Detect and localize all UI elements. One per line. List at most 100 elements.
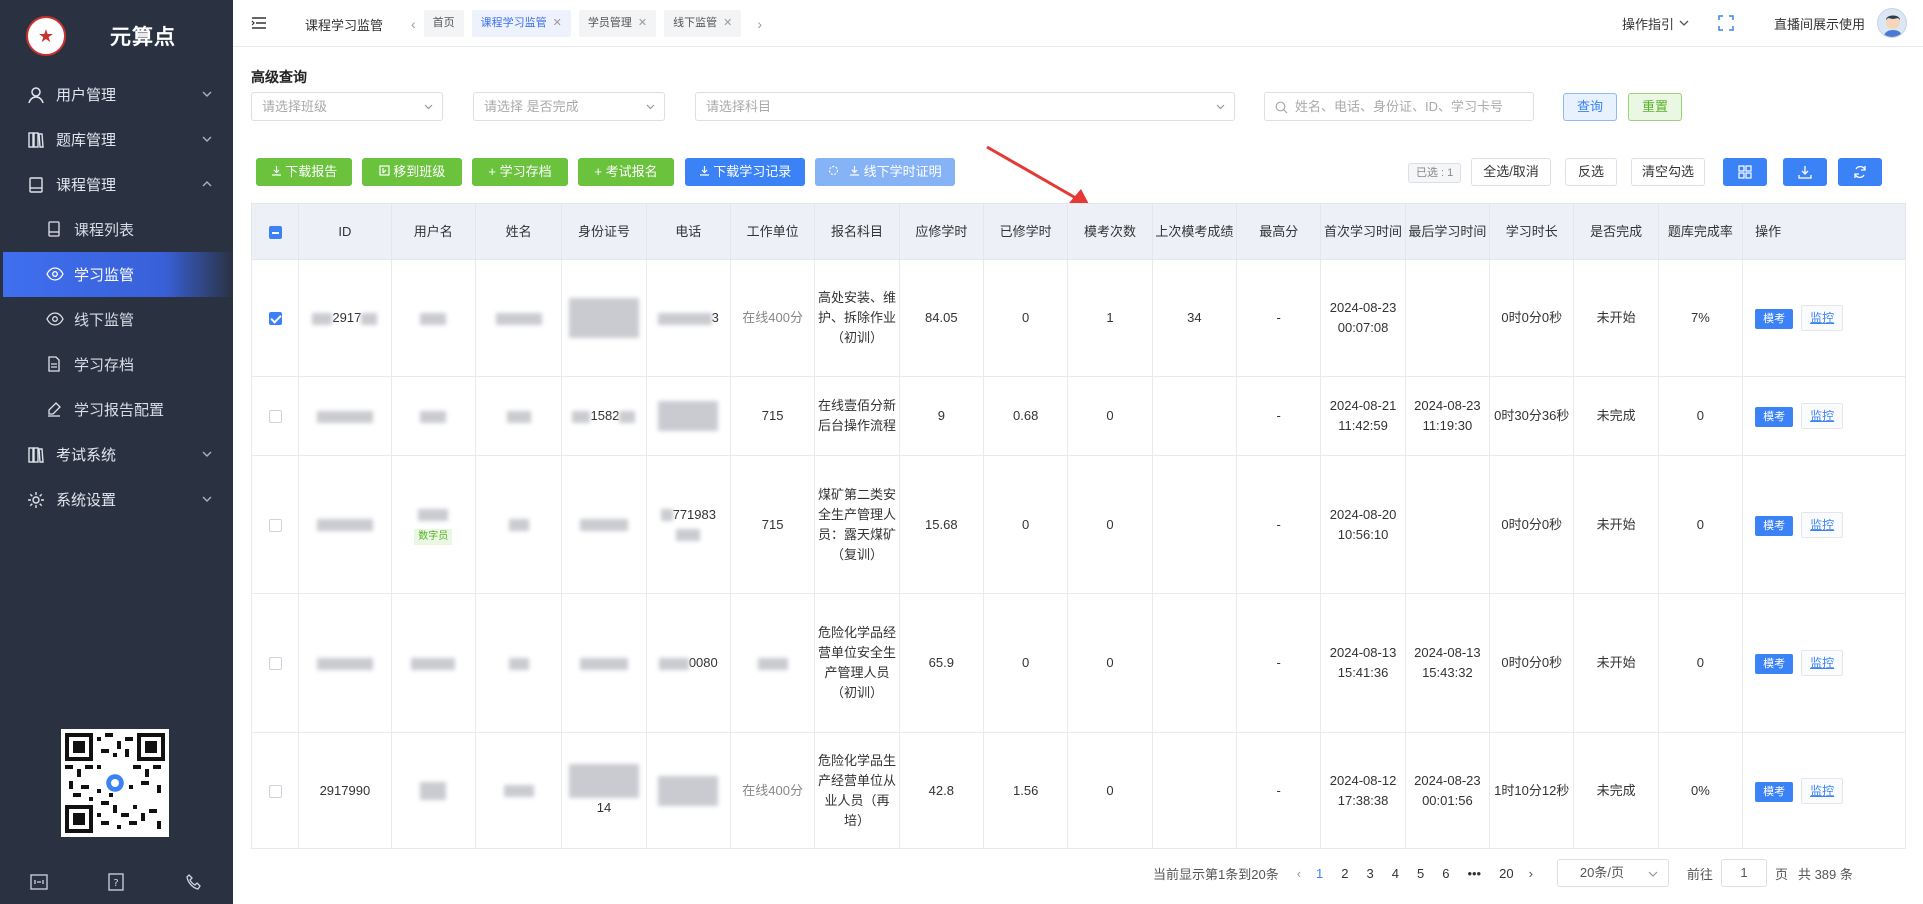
next-page-icon[interactable]: › xyxy=(1529,866,1533,881)
download-offline-proof-button[interactable]: 线下学时证明 xyxy=(815,158,955,186)
download-records-button[interactable]: 下载学习记录 xyxy=(685,158,805,186)
page-number[interactable]: 20 xyxy=(1499,866,1513,881)
row-checkbox[interactable] xyxy=(250,259,300,377)
cell-finished: 未开始 xyxy=(1573,593,1659,733)
logo-text: 元算点 xyxy=(110,26,176,49)
fullscreen-icon[interactable] xyxy=(1718,15,1734,31)
invert-selection-button[interactable]: 反选 xyxy=(1565,158,1617,186)
completed-select[interactable]: 请选择 是否完成 xyxy=(473,92,665,121)
mock-exam-button[interactable]: 模考 xyxy=(1755,407,1794,427)
page-number[interactable]: 5 xyxy=(1417,866,1424,881)
button-label: 下载学习记录 xyxy=(713,164,792,179)
row-checkbox[interactable] xyxy=(250,376,300,456)
goto-page-input[interactable]: 1 xyxy=(1720,859,1767,887)
row-checkbox[interactable] xyxy=(250,732,300,849)
mock-exam-button[interactable]: 模考 xyxy=(1755,309,1794,329)
svg-text:?: ? xyxy=(114,878,119,889)
mock-exam-button[interactable]: 模考 xyxy=(1755,654,1794,674)
tab-scroll-right-icon[interactable]: › xyxy=(757,16,762,32)
menu-course-management[interactable]: 课程管理 xyxy=(0,162,233,207)
close-icon[interactable]: ✕ xyxy=(638,10,647,37)
menu-question-bank[interactable]: 题库管理 xyxy=(0,117,233,162)
clear-selection-button[interactable]: 清空勾选 xyxy=(1631,158,1705,186)
phone-icon[interactable] xyxy=(185,873,203,894)
col-header: 操作 xyxy=(1742,203,1906,260)
page-number[interactable]: 4 xyxy=(1392,866,1399,881)
download-report-button[interactable]: 下载报告 xyxy=(256,158,352,186)
cell-idcard: 14 xyxy=(561,732,647,849)
mock-exam-button[interactable]: 模考 xyxy=(1755,781,1794,802)
menu-user-management[interactable]: 用户管理 xyxy=(0,72,233,117)
col-header: 首次学习时间 xyxy=(1320,203,1406,260)
chevron-down-icon xyxy=(202,91,212,97)
tab-student-management[interactable]: 学员管理 ✕ xyxy=(578,10,657,37)
cell-last-time: 2024-08-23 11:19:30 xyxy=(1404,376,1491,456)
sidebar-item-study-archive[interactable]: 学习存档 xyxy=(0,342,233,387)
cell-username xyxy=(390,259,476,377)
row-checkbox[interactable] xyxy=(250,593,300,733)
close-icon[interactable]: ✕ xyxy=(553,10,562,37)
export-button[interactable] xyxy=(1783,158,1827,186)
cell-mock-count: 0 xyxy=(1067,376,1153,456)
sidebar-item-offline-supervision[interactable]: 线下监管 xyxy=(0,297,233,342)
menu-toggle-icon[interactable] xyxy=(251,16,267,30)
sidebar-item-course-list[interactable]: 课程列表 xyxy=(0,207,233,252)
more-pages-icon[interactable]: ••• xyxy=(1467,866,1481,881)
header-checkbox[interactable] xyxy=(250,203,300,260)
sidebar-item-report-config[interactable]: 学习报告配置 xyxy=(0,387,233,432)
chevron-down-icon xyxy=(1679,20,1689,26)
monitor-button[interactable]: 监控 xyxy=(1801,403,1844,429)
eye-icon xyxy=(46,311,64,329)
cell-finished: 未开始 xyxy=(1573,259,1659,377)
guide-dropdown[interactable]: 操作指引 xyxy=(1622,14,1674,33)
page-number[interactable]: 6 xyxy=(1442,866,1449,881)
sidebar-item-study-supervision[interactable]: 学习监管 xyxy=(3,252,233,297)
monitor-button[interactable]: 监控 xyxy=(1801,777,1844,804)
page-number[interactable]: 1 xyxy=(1316,866,1323,881)
menu-exam-system[interactable]: 考试系统 xyxy=(0,432,233,477)
monitor-button[interactable]: 监控 xyxy=(1801,650,1844,676)
page-number[interactable]: 2 xyxy=(1341,866,1348,881)
col-header: 是否完成 xyxy=(1573,203,1659,260)
subject-select[interactable]: 请选择科目 xyxy=(695,92,1235,121)
avatar[interactable] xyxy=(1877,8,1907,38)
monitor-button[interactable]: 监控 xyxy=(1801,305,1844,331)
pagination: 当前显示第1条到20条 ‹ 1 2 3 4 5 6 ••• 20 › 20条/页… xyxy=(1153,859,1853,887)
page-size-select[interactable]: 20条/页 xyxy=(1556,859,1669,887)
chevron-up-icon xyxy=(202,181,212,187)
monitor-button[interactable]: 监控 xyxy=(1801,511,1844,538)
cell-username: 数字员 xyxy=(390,455,476,594)
study-archive-button[interactable]: + 学习存档 xyxy=(472,158,568,186)
cell-actions: 模考 监控 xyxy=(1742,376,1906,456)
move-class-button[interactable]: 移到班级 xyxy=(362,158,462,186)
refresh-button[interactable] xyxy=(1838,158,1882,186)
query-button[interactable]: 查询 xyxy=(1563,93,1617,121)
search-input[interactable]: 姓名、电话、身份证、ID、学习卡号 xyxy=(1264,92,1534,121)
cell-first-time: 2024-08-20 10:56:10 xyxy=(1320,455,1406,594)
menu-system-settings[interactable]: 系统设置 xyxy=(0,477,233,522)
tab-offline-supervision[interactable]: 线下监管 ✕ xyxy=(664,10,742,37)
exam-signup-button[interactable]: + 考试报名 xyxy=(578,158,674,186)
goto-label: 前往 xyxy=(1686,866,1713,882)
tab-course-supervision[interactable]: 课程学习监管 ✕ xyxy=(471,10,571,37)
cell-done-hours: 1.56 xyxy=(982,732,1069,849)
select-all-button[interactable]: 全选/取消 xyxy=(1471,158,1551,186)
prev-page-icon[interactable]: ‹ xyxy=(1297,866,1301,881)
page-number[interactable]: 3 xyxy=(1367,866,1374,881)
row-checkbox[interactable] xyxy=(250,455,300,594)
mock-exam-button[interactable]: 模考 xyxy=(1755,515,1794,536)
close-icon[interactable]: ✕ xyxy=(723,10,732,37)
tab-home[interactable]: 首页 xyxy=(423,10,464,37)
digital-staff-badge: 数字员 xyxy=(414,528,453,545)
user-name[interactable]: 直播间展示使用 xyxy=(1774,14,1865,33)
col-header: 用户名 xyxy=(390,203,476,260)
shortcut-icon[interactable] xyxy=(30,873,48,893)
cell-max-score: - xyxy=(1236,259,1322,377)
class-select[interactable]: 请选择班级 xyxy=(251,92,443,121)
books-icon xyxy=(26,130,46,150)
grid-view-button[interactable] xyxy=(1723,158,1767,186)
cell-name xyxy=(474,593,563,733)
reset-button[interactable]: 重置 xyxy=(1628,93,1682,121)
help-icon[interactable]: ? xyxy=(108,872,125,894)
tab-scroll-left-icon[interactable]: ‹ xyxy=(411,16,416,32)
